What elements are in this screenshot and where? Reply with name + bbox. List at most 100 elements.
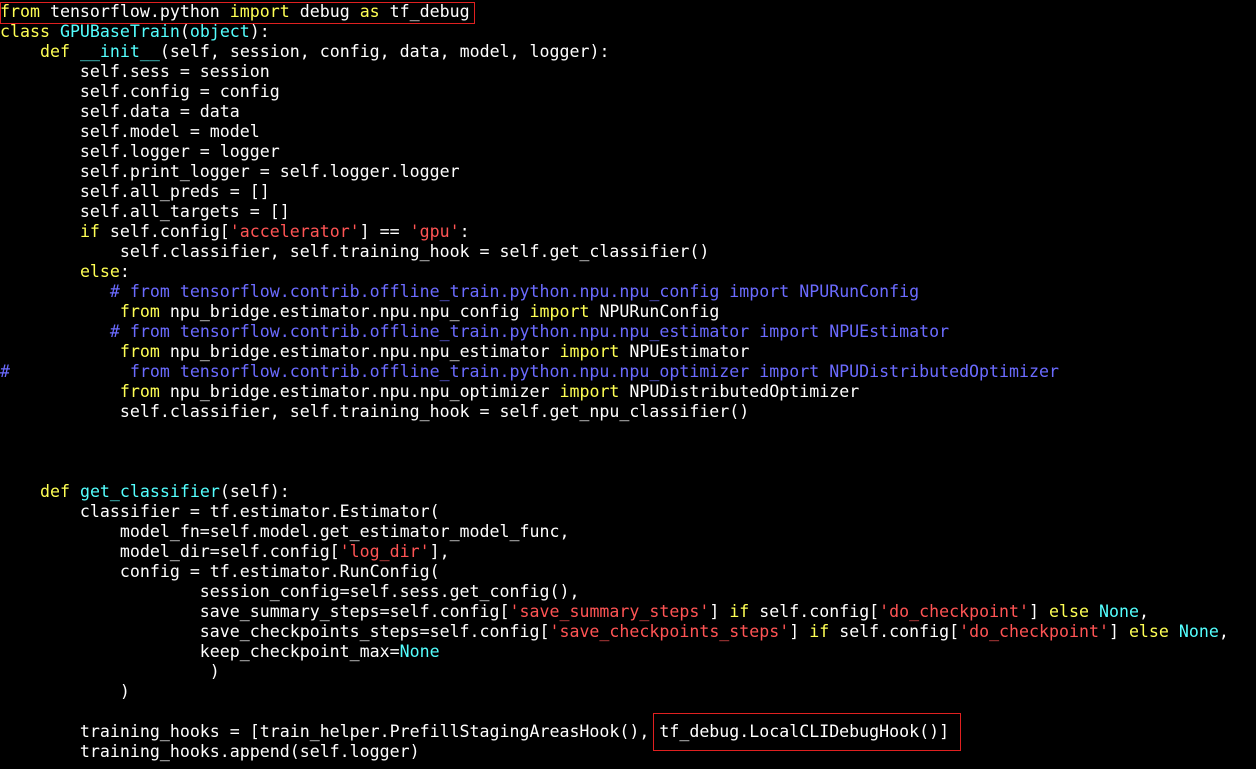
code-token-plain: self.all_targets = []: [0, 202, 290, 221]
code-token-keyword: else: [1049, 602, 1089, 621]
code-token-classname: __init__: [79, 42, 160, 61]
code-token-keyword: from: [119, 302, 160, 321]
code-token-plain: self.all_preds = []: [0, 182, 270, 201]
code-line: # from tensorflow.contrib.offline_train.…: [0, 362, 1059, 382]
code-token-plain: self.sess = session: [0, 62, 270, 81]
code-token-plain: save_checkpoints_steps=self.config[: [0, 622, 550, 641]
code-token-comment: # from tensorflow.contrib.offline_train.…: [0, 362, 1059, 381]
code-token-plain: model_dir=self.config[: [0, 542, 340, 561]
code-token-plain: ,: [1138, 602, 1149, 621]
code-token-plain: ,: [1218, 622, 1229, 641]
code-line: def get_classifier(self):: [0, 482, 290, 502]
code-token-plain: ]: [1108, 622, 1129, 641]
code-token-keyword: class: [0, 22, 50, 41]
code-token-plain: session_config=self.sess.get_config(),: [0, 582, 580, 601]
code-line: else:: [0, 262, 130, 282]
code-token-keyword: import: [529, 302, 590, 321]
code-line: save_summary_steps=self.config['save_sum…: [0, 602, 1149, 622]
code-line: session_config=self.sess.get_config(),: [0, 582, 580, 602]
code-token-plain: ] ==: [359, 222, 410, 241]
code-token-keyword: import: [559, 382, 620, 401]
code-token-plain: config = tf.estimator.RunConfig(: [0, 562, 440, 581]
code-token-plain: save_summary_steps=self.config[: [0, 602, 510, 621]
code-token-plain: classifier = tf.estimator.Estimator(: [0, 502, 440, 521]
code-line: def __init__(self, session, config, data…: [0, 42, 610, 62]
code-token-plain: keep_checkpoint_max=: [0, 642, 400, 661]
code-line: self.all_targets = []: [0, 202, 290, 222]
code-line: config = tf.estimator.RunConfig(: [0, 562, 440, 582]
code-line: model_dir=self.config['log_dir'],: [0, 542, 450, 562]
code-line: save_checkpoints_steps=self.config['save…: [0, 622, 1229, 642]
code-line: ): [0, 662, 220, 682]
code-token-plain: ]: [1029, 602, 1050, 621]
code-line: classifier = tf.estimator.Estimator(: [0, 502, 440, 522]
code-token-plain: tf_debug: [379, 2, 470, 21]
terminal-window[interactable]: from tensorflow.python import debug as t…: [0, 0, 1256, 769]
code-token-plain: self.data = data: [0, 102, 240, 121]
code-token-plain: ],: [429, 542, 450, 561]
code-token-plain: NPURunConfig: [589, 302, 720, 321]
code-token-plain: training_hooks.append(self.logger): [0, 742, 420, 761]
code-token-keyword: else: [79, 262, 120, 281]
code-token-plain: self.config[: [829, 622, 960, 641]
code-token-keyword: if: [809, 622, 830, 641]
code-token-keyword: def: [39, 482, 70, 501]
code-token-plain: NPUDistributedOptimizer: [619, 382, 860, 401]
code-token-plain: self.config[: [99, 222, 230, 241]
code-token-plain: model_fn=self.model.get_estimator_model_…: [0, 522, 570, 541]
code-token-classname: GPUBaseTrain: [59, 22, 180, 41]
code-line: from npu_bridge.estimator.npu.npu_estima…: [0, 342, 749, 362]
code-token-keyword: def: [39, 42, 70, 61]
code-token-keyword: else: [1128, 622, 1169, 641]
code-token-keyword: as: [359, 2, 380, 21]
code-token-plain: ]: [789, 622, 810, 641]
code-token-plain: npu_bridge.estimator.npu.npu_estimator: [159, 342, 560, 361]
code-token-string: 'do_checkpoint': [879, 602, 1030, 621]
code-token-comment: # from tensorflow.contrib.offline_train.…: [109, 282, 920, 301]
code-line: self.classifier, self.training_hook = se…: [0, 242, 709, 262]
code-token-keyword: from: [119, 382, 160, 401]
code-token-keyword: import: [229, 2, 290, 21]
code-line: self.logger = logger: [0, 142, 280, 162]
code-line: class GPUBaseTrain(object):: [0, 22, 270, 42]
code-line: self.model = model: [0, 122, 260, 142]
code-token-keyword: if: [79, 222, 100, 241]
code-token-comment: # from tensorflow.contrib.offline_train.…: [109, 322, 950, 341]
code-line: from npu_bridge.estimator.npu.npu_optimi…: [0, 382, 859, 402]
code-token-plain: npu_bridge.estimator.npu.npu_config: [159, 302, 530, 321]
code-token-plain: npu_bridge.estimator.npu.npu_optimizer: [159, 382, 560, 401]
code-token-string: 'gpu': [409, 222, 460, 241]
code-line: keep_checkpoint_max=None: [0, 642, 440, 662]
code-token-plain: (self):: [219, 482, 290, 501]
code-token-plain: debug: [289, 2, 360, 21]
code-line: # from tensorflow.contrib.offline_train.…: [0, 282, 919, 302]
code-token-plain: training_hooks = [train_helper.PrefillSt…: [0, 722, 950, 741]
code-token-string: 'log_dir': [339, 542, 430, 561]
code-token-plain: self.logger = logger: [0, 142, 280, 161]
code-token-plain: :: [459, 222, 470, 241]
code-line: # from tensorflow.contrib.offline_train.…: [0, 322, 949, 342]
code-line: self.config = config: [0, 82, 280, 102]
code-token-keyword: from: [0, 2, 40, 21]
code-line: training_hooks = [train_helper.PrefillSt…: [0, 722, 949, 742]
code-token-const: None: [1178, 622, 1219, 641]
code-token-keyword: import: [559, 342, 620, 361]
code-token-plain: ):: [249, 22, 270, 41]
code-token-plain: NPUEstimator: [619, 342, 750, 361]
code-token-const: None: [1098, 602, 1139, 621]
code-token-classname: object: [189, 22, 250, 41]
code-line: self.all_preds = []: [0, 182, 270, 202]
code-token-keyword: if: [729, 602, 750, 621]
code-token-string: 'save_summary_steps': [509, 602, 710, 621]
code-token-plain: self.config[: [749, 602, 880, 621]
